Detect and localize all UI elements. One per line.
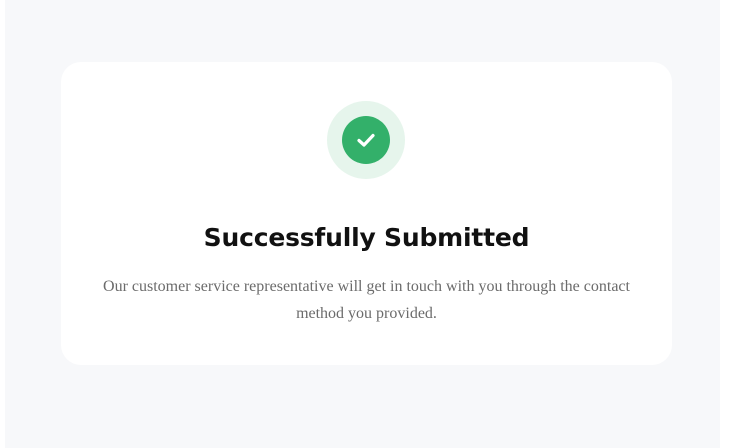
success-title: Successfully Submitted [203, 223, 530, 252]
success-icon-halo [327, 101, 405, 179]
success-card: Successfully Submitted Our customer serv… [61, 62, 672, 365]
page-background: Successfully Submitted Our customer serv… [5, 0, 720, 448]
success-description: Our customer service representative will… [103, 278, 630, 322]
checkmark-icon [357, 133, 375, 147]
check-circle-icon [342, 116, 390, 164]
